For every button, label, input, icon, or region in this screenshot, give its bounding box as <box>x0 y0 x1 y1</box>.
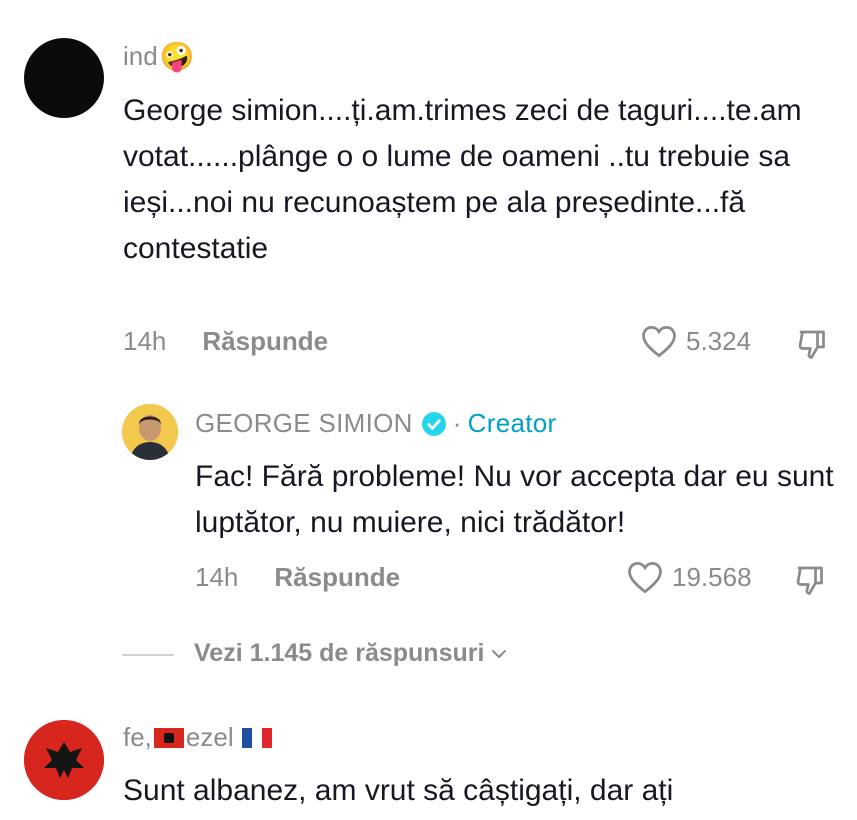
creator-avatar[interactable] <box>122 404 178 460</box>
username-text: GEORGE SIMION <box>195 408 413 438</box>
comment-time: 14h <box>123 326 167 356</box>
view-replies-button[interactable]: Vezi 1.145 de răspunsuri <box>194 639 508 668</box>
reply-text: Fac! Fără probleme! Nu vor accepta dar e… <box>195 460 834 539</box>
albanian-eagle-icon <box>24 720 104 800</box>
reply-button[interactable]: Răspunde <box>202 326 328 357</box>
creator-badge: Creator <box>467 408 557 438</box>
dislike-button[interactable] <box>794 326 832 367</box>
replies-divider <box>122 654 174 656</box>
france-flag-icon <box>241 727 272 748</box>
reply-time: 14h <box>195 562 239 592</box>
like-count: 5.324 <box>686 325 752 356</box>
reply-button[interactable]: Răspunde <box>274 562 400 593</box>
like-count: 19.568 <box>672 561 752 592</box>
albania-flag-icon <box>153 727 184 748</box>
reply-meta: 14h Răspunde <box>195 562 400 593</box>
heart-icon <box>642 326 676 358</box>
comment-meta: 14h Răspunde <box>123 326 328 357</box>
comment-text: George simion....ți.am.trimes zeci de ta… <box>123 94 802 265</box>
comment-username[interactable]: ind 🤪 <box>123 41 195 72</box>
username-emoji: 🤪 <box>159 40 195 72</box>
dislike-button[interactable] <box>792 562 830 603</box>
comment-username[interactable]: fe, ezel <box>123 722 272 753</box>
view-replies-label: Vezi 1.145 de răspunsuri <box>194 639 485 667</box>
separator-dot: · <box>452 408 462 438</box>
creator-username[interactable]: GEORGE SIMION · Creator <box>195 408 556 439</box>
username-text: fe, <box>123 722 152 752</box>
heart-icon <box>628 562 662 594</box>
dislike-icon <box>798 330 825 359</box>
avatar[interactable] <box>24 720 104 800</box>
comment-text: Sunt albanez, am vrut să câștigați, dar … <box>123 774 674 807</box>
avatar-portrait <box>122 404 178 460</box>
username-text: ind <box>123 41 158 71</box>
avatar[interactable] <box>24 38 104 118</box>
verified-icon <box>421 411 446 436</box>
username-text: ezel <box>185 722 234 752</box>
chevron-down-icon <box>492 649 507 658</box>
like-button[interactable]: 19.568 <box>626 560 752 594</box>
like-button[interactable]: 5.324 <box>640 324 751 358</box>
dislike-icon <box>796 566 823 595</box>
